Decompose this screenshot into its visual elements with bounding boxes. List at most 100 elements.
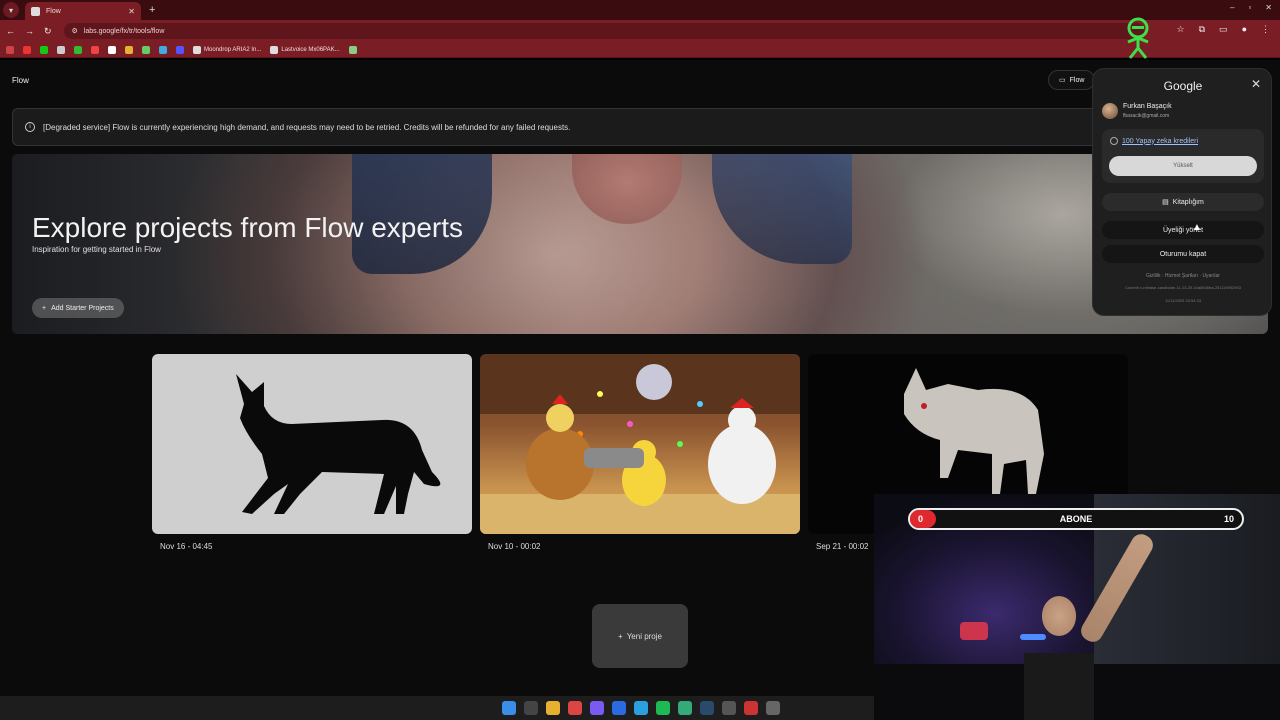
project-card[interactable] [480,354,800,534]
google-brand: Google [1163,79,1203,93]
tab-close-icon[interactable]: ✕ [128,7,135,16]
webcam-red-light [960,622,988,640]
browser-tab[interactable]: Flow ✕ [25,2,141,20]
footer-links[interactable]: Gizlilik · Hizmet Şartları · Uyarılar [1093,273,1273,279]
build-timestamp: 11/11/2025 20:54:33 [1164,298,1202,303]
profile-icon[interactable]: ● [1242,24,1247,35]
avatar [1102,103,1118,119]
steam-icon[interactable] [700,701,714,715]
project-date: Sep 21 - 00:02 [816,542,869,551]
folder-icon[interactable] [125,45,133,54]
black-cat-thumbnail [236,374,441,514]
x-icon[interactable] [108,45,116,54]
library-label: Kitaplığım [1172,198,1204,206]
windows-taskbar [0,696,874,720]
monitor-icon: ▭ [1059,77,1066,84]
search-icon[interactable] [524,701,538,715]
account-name: Furkan Başaçık [1123,103,1172,110]
extensions-icon[interactable]: ⧉ [1199,24,1205,35]
chrome-icon[interactable] [568,701,582,715]
cast-icon[interactable]: ▭ [1219,24,1228,35]
close-window-button[interactable]: ✕ [1265,3,1272,12]
spotify-icon[interactable] [656,701,670,715]
goal-label: ABONE [1059,514,1093,524]
bookmark-icon[interactable] [57,45,65,54]
google-account-popup: Google ✕ Furkan Başaçık fbasacik@gmail.c… [1092,68,1272,316]
nav-buttons: ← → ↻ [6,26,52,37]
bookmark-label: Moondrop ARIA2 In... [204,46,262,53]
bookmark-moondrop[interactable]: Moondrop ARIA2 In... [193,45,262,54]
hero-shade [12,154,1268,334]
flow-top-button-label: Flow [1069,76,1085,84]
sign-out-button[interactable]: Oturumu kapat [1102,245,1264,263]
file-explorer-icon[interactable] [546,701,560,715]
plus-icon: + [618,631,623,641]
bookmark-icon[interactable] [348,45,357,54]
app-title: Flow [12,76,29,85]
site-info-icon[interactable]: ⚙ [72,27,78,35]
browser-tab-bar: ▾ Flow ✕ + – ▫ ✕ [0,0,1280,20]
app-icon[interactable] [612,701,626,715]
gmail-icon[interactable] [23,45,31,54]
plus-icon: + [42,304,47,312]
menu-icon[interactable]: ⋮ [1261,24,1270,35]
build-info: Commit v-release-candidate-11-13-25-10a8… [1125,285,1241,290]
bookmark-lastvoice[interactable]: Lastvoice Mx06PAK... [270,45,340,54]
subscriber-goal-bar: 0 ABONE 10 [908,508,1244,530]
add-starter-projects-label: Add Starter Projects [51,304,114,312]
flow-favicon-icon [31,6,40,16]
sign-out-label: Oturumu kapat [1159,250,1207,258]
flow-top-button[interactable]: ▭ Flow [1048,70,1096,90]
bookmark-label: Lastvoice Mx06PAK... [281,46,340,53]
app-icon[interactable] [722,701,736,715]
apps-icon[interactable] [6,45,14,54]
banner-text: [Degraded service] Flow is currently exp… [43,122,571,132]
url-field[interactable]: ⚙ labs.google/fx/tr/tools/flow [63,23,1144,39]
bookmark-favicon-icon [193,45,201,54]
account-email: fbasacik@gmail.com [1123,113,1170,119]
app-icon[interactable] [590,701,604,715]
tab-title: Flow [46,7,61,15]
bookmark-favicon-icon [270,45,279,54]
new-project-label: Yeni proje [626,631,662,641]
forward-icon[interactable]: → [25,26,34,37]
mouse-cursor-icon: ▲ [1192,222,1202,233]
bookmark-icon[interactable] [74,45,82,54]
new-project-button[interactable]: + Yeni proje [592,604,688,668]
kick-icon[interactable] [40,45,48,54]
app-icon[interactable] [678,701,692,715]
app-icon[interactable] [744,701,758,715]
manage-membership-button[interactable]: Üyeliği yönet [1102,221,1264,239]
start-icon[interactable] [502,701,516,715]
url-text: labs.google/fx/tr/tools/flow [83,27,165,35]
bookmark-icon[interactable] [142,45,150,54]
hero-title: Explore projects from Flow experts [32,212,464,243]
hero-subtitle: Inspiration for getting started in Flow [32,245,161,254]
toolbar-icons: ☆ ⧉ ▭ ● ⋮ [1177,24,1270,35]
add-starter-projects-button[interactable]: + Add Starter Projects [32,298,124,318]
credits-section: 100 Yapay zeka kredileri Yükselt [1102,129,1264,183]
minimize-button[interactable]: – [1230,3,1234,12]
barn-chickens-thumbnail [480,354,800,534]
telegram-icon[interactable] [634,701,648,715]
youtube-icon[interactable] [91,45,99,54]
bookmark-icon[interactable] [176,45,184,54]
project-date: Nov 10 - 00:02 [488,542,541,551]
new-tab-button[interactable]: + [149,4,155,16]
reload-icon[interactable]: ↻ [44,26,52,37]
info-icon: i [25,122,35,132]
credits-icon [1110,137,1118,145]
maximize-button[interactable]: ▫ [1248,3,1251,12]
bookmark-star-icon[interactable]: ☆ [1177,24,1185,35]
tab-search-icon[interactable]: ▾ [3,2,19,18]
bookmark-icon[interactable] [159,45,167,54]
window-controls: – ▫ ✕ [1230,3,1272,12]
upgrade-button[interactable]: Yükselt [1109,156,1257,176]
ai-credits-link[interactable]: 100 Yapay zeka kredileri [1110,137,1198,145]
library-button[interactable]: ▤ Kitaplığım [1102,193,1264,211]
project-card[interactable] [152,354,472,534]
close-popup-icon[interactable]: ✕ [1251,77,1261,91]
back-icon[interactable]: ← [6,26,15,37]
app-icon[interactable] [766,701,780,715]
address-bar-row: ← → ↻ ⚙ labs.google/fx/tr/tools/flow ☆ ⧉… [0,20,1280,42]
